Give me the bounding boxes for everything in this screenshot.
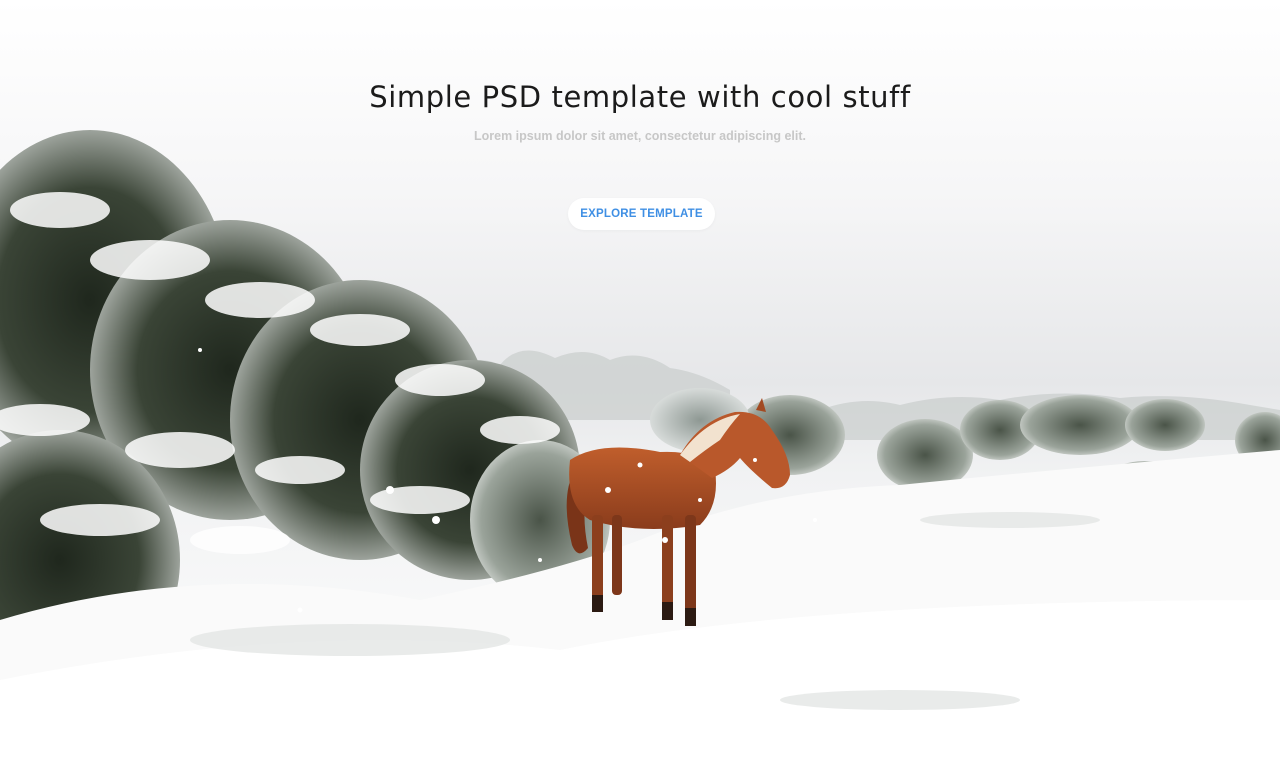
hero-title: Simple PSD template with cool stuff (369, 80, 911, 114)
hero-section: Simple PSD template with cool stuff Lore… (0, 0, 1280, 766)
explore-template-button[interactable]: EXPLORE TEMPLATE (568, 198, 715, 230)
hero-subtitle: Lorem ipsum dolor sit amet, consectetur … (473, 129, 806, 143)
hero-content: Simple PSD template with cool stuff Lore… (0, 0, 1280, 260)
